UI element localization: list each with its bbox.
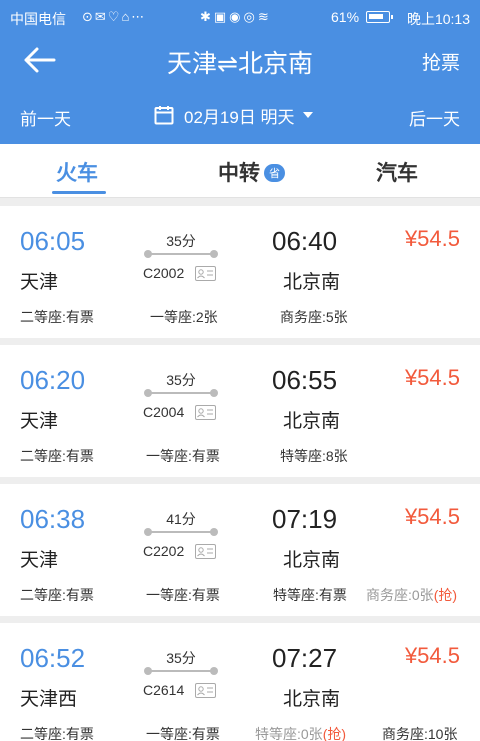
route-start-dot [144,250,152,258]
route-end-dot [210,667,218,675]
id-card-icon [195,405,216,420]
route-start-dot [144,389,152,397]
battery-icon [366,11,393,23]
ticket-price: ¥54.5 [404,226,460,251]
date-picker[interactable]: 02月19日 明天 [154,102,313,128]
seat-availability: 二等座:有票 [20,587,94,603]
seat-availability: 特等座:8张 [280,448,348,464]
train-number: C2002 [143,265,185,281]
tab-bus[interactable]: 汽车 [376,157,418,187]
save-badge: 省 [264,164,285,182]
tab-transfer[interactable]: 中转省 [218,157,285,187]
active-tab-indicator [52,191,106,194]
id-card-icon [195,683,216,698]
seat-availability: 二等座:有票 [20,726,94,741]
notification-icons: ⊙✉♡⌂⋯ [82,9,147,24]
seat-availability: 商务座:10张 [382,726,458,741]
battery-percent: 61% [331,9,360,25]
duration: 41分 [166,511,196,527]
next-day-button[interactable]: 后一天 [409,105,460,130]
ticket-price: ¥54.5 [404,643,460,668]
carrier-label: 中国电信 [10,11,66,27]
arrival-time: 06:40 [272,226,338,256]
date-label: 02月19日 明天 [184,107,295,127]
prev-day-button[interactable]: 前一天 [20,105,71,130]
train-number: C2202 [143,543,185,559]
train-card[interactable]: 06:52 天津西 35分 C2614 07:27 北京南 ¥54.5 二等座:… [0,623,480,741]
grab-tickets-button[interactable]: 抢票 [422,48,460,75]
route-line [146,253,216,255]
departure-time: 06:38 [20,504,86,534]
departure-time: 06:05 [20,226,86,256]
tab-train-label: 火车 [56,162,98,185]
route-end-dot [210,528,218,536]
seat-availability: 一等座:有票 [146,726,220,741]
train-card[interactable]: 06:38 天津 41分 C2202 07:19 北京南 ¥54.5 二等座:有… [0,484,480,616]
duration: 35分 [166,650,196,666]
seat-availability: 商务座:5张 [280,309,348,325]
route-start-dot [144,667,152,675]
id-card-icon [195,544,216,559]
seat-availability-text: 商务座:0张 [366,587,434,603]
route-line [146,531,216,533]
arrival-time: 07:19 [272,504,338,534]
tab-transfer-label: 中转 [218,162,260,185]
departure-station: 天津西 [20,689,78,710]
departure-station: 天津 [20,550,59,571]
train-card[interactable]: 06:05 天津 35分 C2002 06:40 北京南 ¥54.5 二等座:有… [0,206,480,338]
seat-availability: 一等座:有票 [146,587,220,603]
duration: 35分 [166,372,196,388]
id-card-icon [195,266,216,281]
clock: 晚上10:13 [406,11,470,27]
page-title: 天津⇌北京南 [167,50,313,78]
ticket-price: ¥54.5 [404,365,460,390]
header: 天津⇌北京南 抢票 前一天 02月19日 明天 后一天 [0,34,480,144]
route-end-dot [210,250,218,258]
seat-availability-text: 特等座:0张 [255,726,323,741]
duration: 35分 [166,233,196,249]
grab-ticket-tag[interactable]: (抢) [434,587,457,603]
route-end-dot [210,389,218,397]
grab-ticket-tag[interactable]: (抢) [323,726,346,741]
arrival-station: 北京南 [283,550,341,571]
arrival-time: 07:27 [272,643,338,673]
departure-station: 天津 [20,411,59,432]
departure-station: 天津 [20,272,59,293]
calendar-icon [154,106,174,125]
route-start-dot [144,528,152,536]
seat-availability: 二等座:有票 [20,448,94,464]
train-number: C2004 [143,404,185,420]
system-icons: ✱▣◉◎≋ [200,9,272,24]
tab-train[interactable]: 火车 [56,157,98,187]
transport-tabs: 火车 中转省 汽车 [0,144,480,198]
status-bar: 中国电信 ⊙✉♡⌂⋯ ✱▣◉◎≋ 61% 晚上10:13 [0,0,480,34]
tab-bus-label: 汽车 [376,162,418,185]
arrival-time: 06:55 [272,365,338,395]
ticket-price: ¥54.5 [404,504,460,529]
arrival-station: 北京南 [283,689,341,710]
departure-time: 06:52 [20,643,86,673]
seat-availability: 一等座:2张 [150,309,218,325]
route-line [146,670,216,672]
seat-availability: 一等座:有票 [146,448,220,464]
arrival-station: 北京南 [283,411,341,432]
departure-time: 06:20 [20,365,86,395]
seat-availability-soldout[interactable]: 特等座:0张(抢) [255,724,346,741]
seat-availability-soldout[interactable]: 商务座:0张(抢) [366,585,457,605]
seat-availability: 特等座:有票 [273,587,347,603]
train-card[interactable]: 06:20 天津 35分 C2004 06:55 北京南 ¥54.5 二等座:有… [0,345,480,477]
route-line [146,392,216,394]
chevron-down-icon [302,112,313,118]
train-number: C2614 [143,682,185,698]
seat-availability: 二等座:有票 [20,309,94,325]
arrival-station: 北京南 [283,272,341,293]
